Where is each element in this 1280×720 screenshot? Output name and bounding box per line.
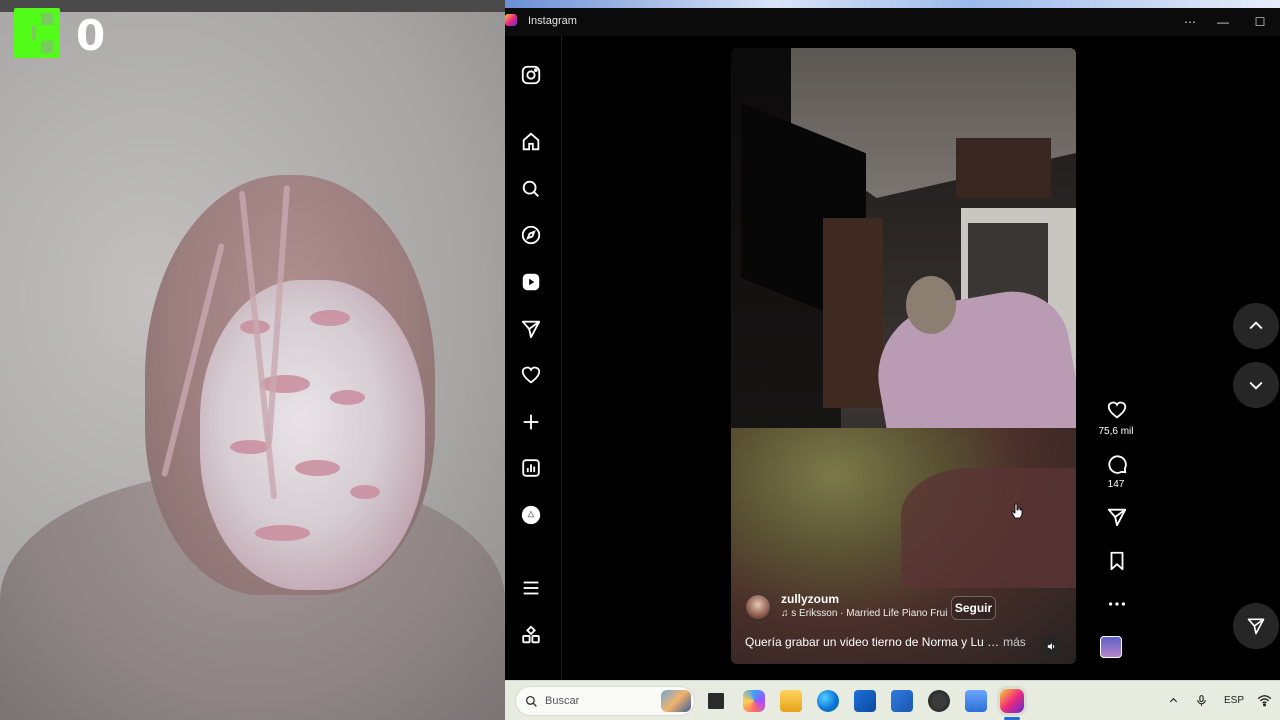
profile-avatar-icon[interactable] <box>519 503 543 527</box>
caption-text: Quería grabar un video tierno de Norma y… <box>745 635 1000 649</box>
notifications-heart-icon[interactable] <box>519 363 543 387</box>
comment-bubble-icon[interactable] <box>1106 453 1128 475</box>
file-explorer-icon[interactable] <box>780 690 802 712</box>
reels-feed: zullyzoum ♫ s Eriksson · Married Life Pi… <box>562 36 1280 680</box>
original-audio-thumbnail[interactable] <box>1100 636 1122 658</box>
create-plus-icon[interactable] <box>519 410 543 434</box>
reel-video[interactable]: zullyzoum ♫ s Eriksson · Married Life Pi… <box>731 48 1076 664</box>
reel-audio-track[interactable]: ♫ s Eriksson · Married Life Piano Frui <box>781 608 947 619</box>
reels-icon[interactable] <box>519 270 543 294</box>
search-placeholder: Buscar <box>545 695 580 707</box>
send-icon <box>1247 618 1265 635</box>
volume-button[interactable] <box>1041 636 1061 656</box>
caption-more-link[interactable]: más <box>1003 635 1026 649</box>
chevron-up-icon <box>1249 321 1263 330</box>
also-from-meta-icon[interactable] <box>519 623 543 647</box>
dashboard-chart-icon[interactable] <box>519 456 543 480</box>
share-send-icon[interactable] <box>1106 506 1128 528</box>
webcam-person-mask <box>200 280 425 590</box>
comment-count: 147 <box>1107 479 1125 490</box>
home-icon[interactable] <box>519 130 543 154</box>
next-reel-button[interactable] <box>1233 362 1279 408</box>
audio-track-label: s Eriksson · Married Life Piano Frui <box>791 608 948 619</box>
k-logo-icon <box>14 8 60 58</box>
sidebar-nav <box>505 36 562 680</box>
desktop-wallpaper-strip <box>505 0 1280 8</box>
window-title: Instagram <box>528 15 577 27</box>
score-counter: 0 <box>76 11 106 60</box>
instagram-app-icon <box>505 14 517 26</box>
obs-studio-icon[interactable] <box>928 690 950 712</box>
microsoft-store-icon[interactable] <box>854 690 876 712</box>
instagram-logo-icon[interactable] <box>519 63 543 87</box>
instagram-window: Instagram ⋯ — ☐ zullyzoum ♫ s Eriksson ·… <box>505 0 1280 680</box>
search-highlight-image <box>661 690 691 712</box>
search-icon[interactable] <box>519 177 543 201</box>
taskbar-search[interactable]: Buscar <box>515 686 695 716</box>
windows-taskbar: Buscar ESP <box>505 680 1280 720</box>
chevron-down-icon <box>1249 381 1263 390</box>
reel-caption: Quería grabar un video tierno de Norma y… <box>745 635 1026 649</box>
maximize-button[interactable]: ☐ <box>1250 12 1270 32</box>
more-menu-icon[interactable] <box>519 576 543 600</box>
hand-cursor-icon <box>1011 503 1023 519</box>
edge-browser-icon[interactable] <box>817 690 839 712</box>
messages-send-icon[interactable] <box>519 317 543 341</box>
task-view-icon[interactable] <box>705 690 727 712</box>
more-options-icon[interactable] <box>1106 593 1128 615</box>
language-indicator[interactable]: ESP <box>1224 695 1244 706</box>
wifi-icon[interactable] <box>1257 694 1272 707</box>
save-bookmark-icon[interactable] <box>1106 550 1128 572</box>
author-avatar[interactable] <box>745 594 771 620</box>
outlook-icon[interactable] <box>891 690 913 712</box>
explore-compass-icon[interactable] <box>519 223 543 247</box>
previous-reel-button[interactable] <box>1233 303 1279 349</box>
messages-floating-button[interactable] <box>1233 603 1279 649</box>
author-username[interactable]: zullyzoum <box>781 592 839 606</box>
speaker-icon <box>1047 642 1054 650</box>
reel-info-overlay: zullyzoum ♫ s Eriksson · Married Life Pi… <box>731 588 1076 664</box>
like-count: 75,6 mil <box>1098 426 1134 437</box>
chevron-up-icon[interactable] <box>1168 695 1179 706</box>
instagram-taskbar-icon[interactable] <box>1000 689 1024 713</box>
like-heart-icon[interactable] <box>1106 399 1128 421</box>
search-icon <box>525 695 537 707</box>
music-note-icon: ♫ <box>781 608 789 619</box>
title-bar: Instagram ⋯ — ☐ <box>505 8 1280 36</box>
more-options-button[interactable]: ⋯ <box>1180 12 1200 32</box>
webcam-feed: 0 <box>0 0 505 720</box>
notepad-icon[interactable] <box>965 690 987 712</box>
copilot-icon[interactable] <box>743 690 765 712</box>
follow-button[interactable]: Seguir <box>951 596 996 620</box>
minimize-button[interactable]: — <box>1213 12 1233 32</box>
microphone-icon[interactable] <box>1195 693 1208 708</box>
